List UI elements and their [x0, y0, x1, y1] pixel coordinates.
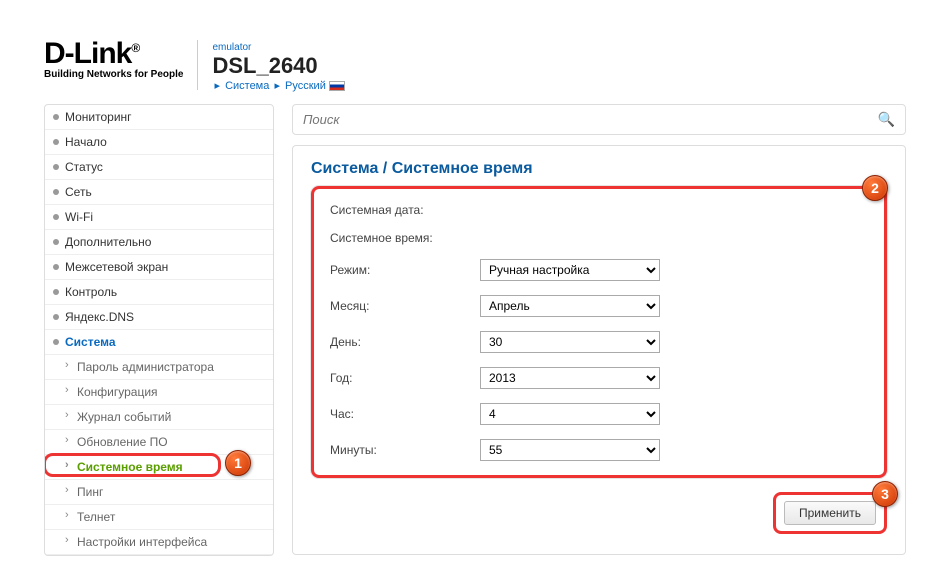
label-hour: Час:	[330, 407, 480, 421]
sidebar: Мониторинг Начало Статус Сеть Wi-Fi Допо…	[44, 104, 274, 556]
page-title: Система / Системное время	[311, 160, 887, 178]
sidebar-item-system[interactable]: Система	[45, 330, 273, 355]
header: D-Link® Building Networks for People emu…	[44, 40, 906, 92]
sidebar-item-control[interactable]: Контроль	[45, 280, 273, 305]
label-month: Месяц:	[330, 299, 480, 313]
flag-russia-icon	[329, 81, 345, 91]
annotation-badge-2: 2	[862, 175, 888, 201]
annotation-badge-1: 1	[225, 450, 251, 476]
title-parent: Система	[311, 160, 378, 177]
sidebar-item-yandexdns[interactable]: Яндекс.DNS	[45, 305, 273, 330]
label-day: День:	[330, 335, 480, 349]
search-icon[interactable]: 🔍	[878, 111, 895, 128]
apply-button[interactable]: Применить	[784, 501, 876, 525]
button-row: 3 Применить	[311, 492, 887, 534]
sidebar-sub-admin-password[interactable]: Пароль администратора	[45, 355, 273, 380]
select-minute[interactable]: 55	[480, 439, 660, 461]
select-day[interactable]: 30	[480, 331, 660, 353]
model-block: emulator DSL_2640 ▸ Система ▸ Русский	[212, 40, 344, 92]
apply-highlight: 3 Применить	[773, 492, 887, 534]
sidebar-sub-event-log[interactable]: Журнал событий	[45, 405, 273, 430]
breadcrumb-language[interactable]: Русский	[285, 80, 326, 92]
logo-text: D-Link®	[44, 40, 183, 67]
sidebar-sub-interface-settings[interactable]: Настройки интерфейса	[45, 530, 273, 555]
sidebar-item-monitoring[interactable]: Мониторинг	[45, 105, 273, 130]
search-box: 🔍	[292, 104, 906, 135]
select-mode[interactable]: Ручная настройка	[480, 259, 660, 281]
title-current: Системное время	[392, 160, 533, 177]
select-hour[interactable]: 4	[480, 403, 660, 425]
sidebar-item-start[interactable]: Начало	[45, 130, 273, 155]
select-year[interactable]: 2013	[480, 367, 660, 389]
sidebar-item-firewall[interactable]: Межсетевой экран	[45, 255, 273, 280]
label-minute: Минуты:	[330, 443, 480, 457]
sidebar-item-network[interactable]: Сеть	[45, 180, 273, 205]
breadcrumb-arrow-icon: ▸	[274, 80, 280, 92]
time-settings-form: 2 Системная дата: Системное время: Режим…	[311, 186, 887, 478]
label-system-time: Системное время:	[330, 231, 480, 245]
breadcrumb-arrow-icon: ▸	[214, 80, 220, 92]
annotation-badge-3: 3	[872, 481, 898, 507]
breadcrumb-system[interactable]: Система	[225, 80, 269, 92]
content-panel: Система / Системное время 2 Системная да…	[292, 145, 906, 555]
label-system-date: Системная дата:	[330, 203, 480, 217]
main-content: 🔍 Система / Системное время 2 Системная …	[292, 104, 906, 556]
select-month[interactable]: Апрель	[480, 295, 660, 317]
search-input[interactable]	[303, 112, 878, 127]
logo: D-Link® Building Networks for People	[44, 40, 183, 80]
breadcrumb: ▸ Система ▸ Русский	[212, 79, 344, 92]
sidebar-item-status[interactable]: Статус	[45, 155, 273, 180]
sidebar-sub-configuration[interactable]: Конфигурация	[45, 380, 273, 405]
label-year: Год:	[330, 371, 480, 385]
logo-tagline: Building Networks for People	[44, 69, 183, 80]
sidebar-sub-ping[interactable]: Пинг	[45, 480, 273, 505]
label-mode: Режим:	[330, 263, 480, 277]
header-divider	[197, 40, 198, 90]
emulator-label: emulator	[212, 42, 344, 53]
sidebar-menu: Мониторинг Начало Статус Сеть Wi-Fi Допо…	[45, 105, 273, 555]
sidebar-item-wifi[interactable]: Wi-Fi	[45, 205, 273, 230]
model-name: DSL_2640	[212, 53, 344, 79]
sidebar-item-advanced[interactable]: Дополнительно	[45, 230, 273, 255]
sidebar-sub-telnet[interactable]: Телнет	[45, 505, 273, 530]
